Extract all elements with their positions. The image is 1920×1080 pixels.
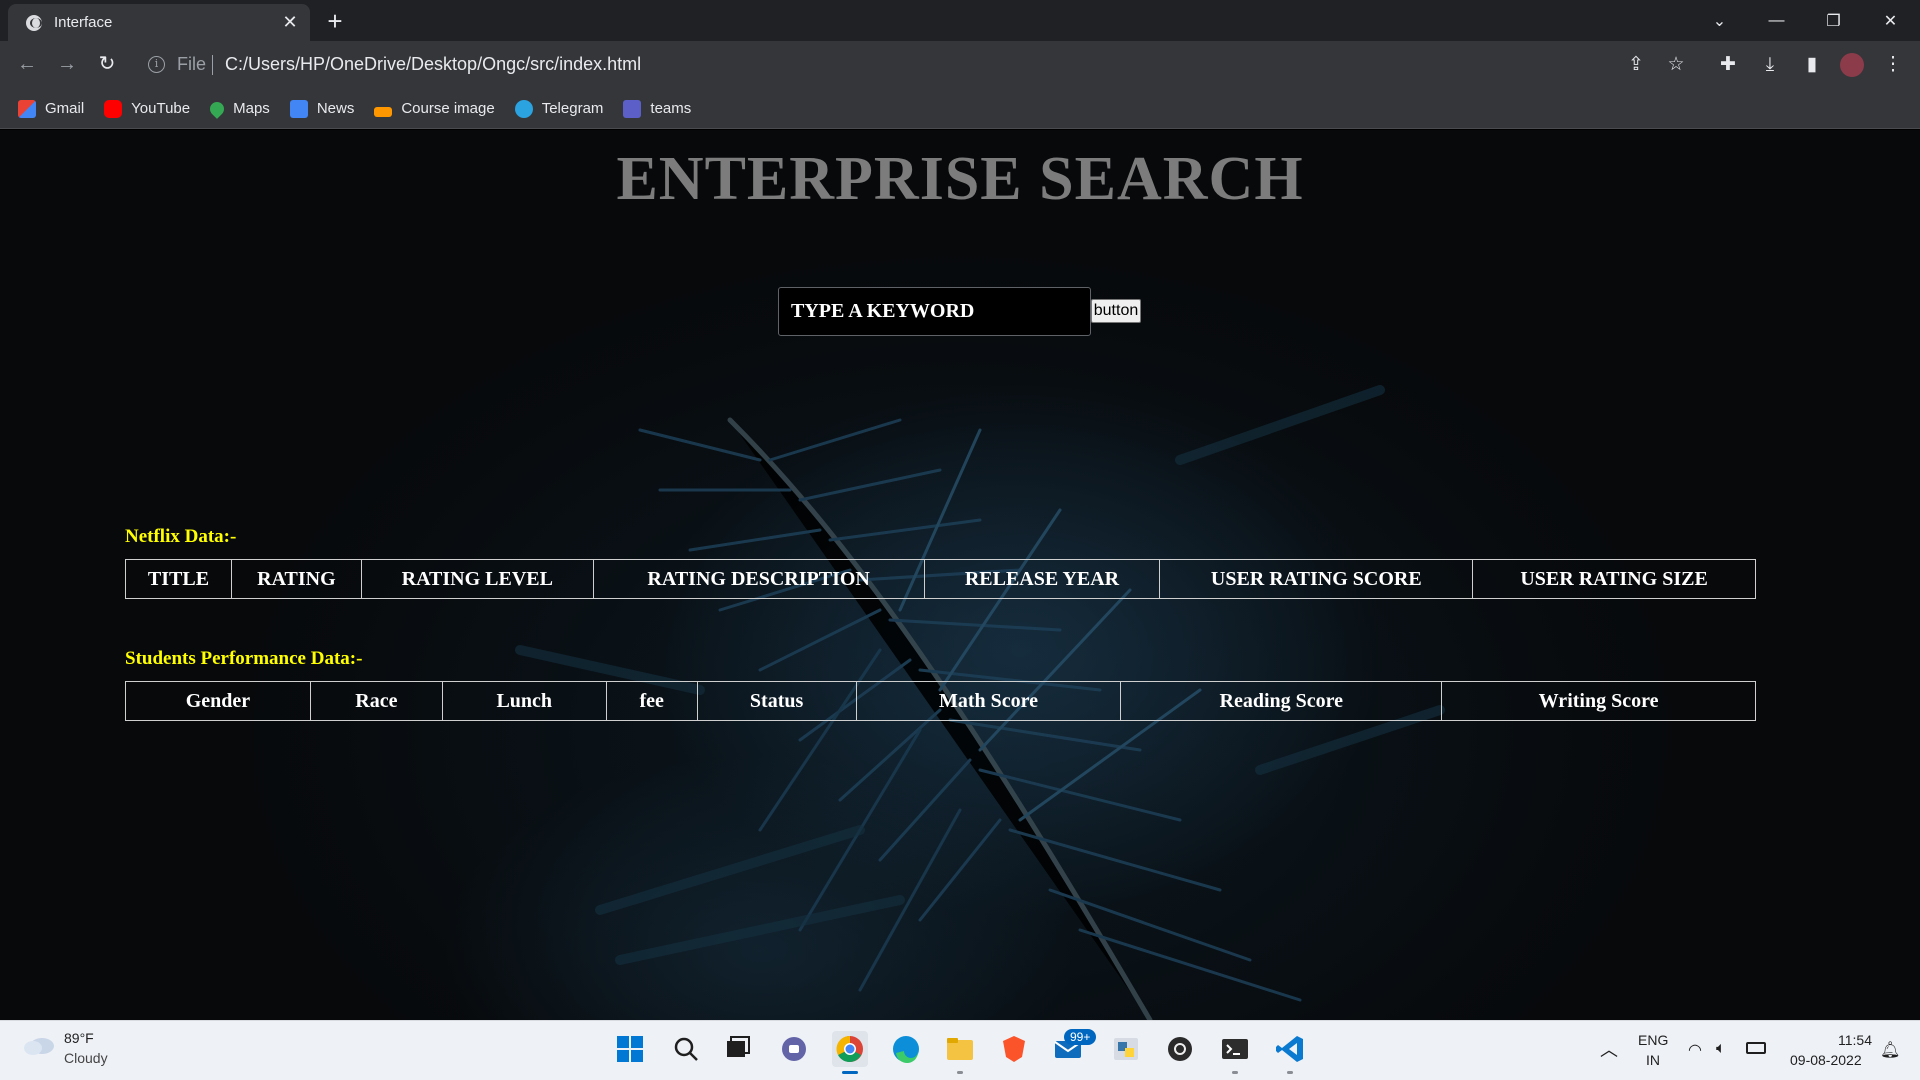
weather-temperature: 89°F bbox=[64, 1030, 94, 1046]
battery-icon[interactable] bbox=[1746, 1042, 1766, 1054]
mail-unread-badge: 99+ bbox=[1064, 1029, 1097, 1045]
url-divider bbox=[212, 55, 213, 75]
window-close-icon[interactable]: ✕ bbox=[1862, 0, 1919, 41]
clock-date[interactable]: 09-08-2022 bbox=[1790, 1052, 1862, 1068]
site-info-icon[interactable]: i bbox=[148, 56, 165, 73]
cloudy-weather-icon[interactable] bbox=[22, 1034, 56, 1056]
page-viewport: ENTERPRISE SEARCH button Netflix Data:- … bbox=[0, 130, 1920, 1020]
students-col-status: Status bbox=[696, 681, 857, 721]
vscode-running-indicator bbox=[1287, 1071, 1293, 1074]
weather-condition: Cloudy bbox=[64, 1050, 108, 1066]
netflix-section-label: Netflix Data:- bbox=[125, 526, 237, 547]
students-col-writing-score: Writing Score bbox=[1441, 681, 1756, 721]
explorer-running-indicator bbox=[957, 1071, 963, 1074]
clock-time[interactable]: 11:54 bbox=[1838, 1032, 1872, 1048]
page-title: ENTERPRISE SEARCH bbox=[616, 145, 1304, 213]
close-tab-icon[interactable]: ✕ bbox=[280, 12, 300, 33]
teams-chat-icon[interactable] bbox=[776, 1031, 812, 1067]
netflix-col-rating-level: RATING LEVEL bbox=[360, 559, 594, 599]
chrome-icon[interactable] bbox=[832, 1031, 868, 1067]
telegram-icon bbox=[514, 99, 533, 118]
obs-icon[interactable] bbox=[1162, 1031, 1198, 1067]
tab-title: Interface bbox=[54, 14, 113, 31]
forward-icon[interactable]: → bbox=[52, 49, 82, 79]
restore-icon[interactable]: ❐ bbox=[1805, 0, 1862, 41]
volume-icon[interactable]: 🔈︎ bbox=[1716, 1040, 1726, 1058]
news-icon bbox=[289, 99, 308, 118]
bookmark-youtube[interactable]: YouTube bbox=[104, 99, 190, 118]
bookmark-maps[interactable]: Maps bbox=[207, 98, 270, 119]
url-text[interactable]: C:/Users/HP/OneDrive/Desktop/Ongc/src/in… bbox=[225, 54, 641, 75]
notification-bell-icon[interactable]: 🔔︎ bbox=[1880, 1040, 1900, 1060]
chrome-running-indicator bbox=[842, 1071, 858, 1074]
netflix-col-user-rating-size: USER RATING SIZE bbox=[1472, 559, 1756, 599]
tab-search-icon[interactable]: ⌄ bbox=[1691, 0, 1748, 41]
bookmark-gmail[interactable]: Gmail bbox=[18, 99, 84, 118]
share-icon[interactable]: ⇪ bbox=[1623, 52, 1649, 78]
vscode-icon[interactable] bbox=[1272, 1031, 1308, 1067]
netflix-col-rating-description: RATING DESCRIPTION bbox=[592, 559, 925, 599]
netflix-col-rating: RATING bbox=[230, 559, 362, 599]
minimize-icon[interactable]: — bbox=[1748, 0, 1805, 41]
keyword-search-input[interactable] bbox=[778, 287, 1091, 336]
menu-kebab-icon[interactable]: ⋮ bbox=[1880, 52, 1906, 78]
new-tab-button[interactable]: + bbox=[321, 8, 349, 36]
side-panel-icon[interactable]: ▮ bbox=[1799, 52, 1825, 78]
bookmark-telegram[interactable]: Telegram bbox=[514, 99, 603, 118]
gmail-icon bbox=[18, 99, 36, 118]
profile-avatar[interactable] bbox=[1840, 53, 1864, 77]
netflix-table: TITLE RATING RATING LEVEL RATING DESCRIP… bbox=[125, 559, 1756, 599]
language-indicator-bottom[interactable]: IN bbox=[1646, 1052, 1660, 1068]
bookmark-news[interactable]: News bbox=[289, 99, 354, 118]
students-col-race: Race bbox=[309, 681, 443, 721]
tab-strip: Interface ✕ + ⌄ — ❐ ✕ bbox=[0, 0, 1920, 41]
start-windows-icon[interactable] bbox=[612, 1031, 648, 1067]
file-explorer-icon[interactable] bbox=[942, 1031, 978, 1067]
netflix-col-release-year: RELEASE YEAR bbox=[923, 559, 1161, 599]
students-table: Gender Race Lunch fee Status Math Score … bbox=[125, 681, 1756, 721]
browser-tab[interactable]: Interface ✕ bbox=[8, 4, 310, 41]
url-scheme-label: File bbox=[177, 54, 207, 74]
globe-icon bbox=[26, 14, 42, 31]
reload-icon[interactable]: ↻ bbox=[92, 49, 122, 79]
netflix-header-row: TITLE RATING RATING LEVEL RATING DESCRIP… bbox=[125, 559, 1756, 599]
bookmark-teams[interactable]: teams bbox=[623, 99, 691, 118]
back-icon[interactable]: ← bbox=[12, 49, 42, 79]
course-image-icon bbox=[374, 106, 393, 117]
netflix-col-title: TITLE bbox=[125, 559, 232, 599]
search-icon[interactable] bbox=[668, 1031, 704, 1067]
students-col-lunch: Lunch bbox=[441, 681, 607, 721]
search-button[interactable]: button bbox=[1091, 299, 1141, 323]
students-col-gender: Gender bbox=[125, 681, 311, 721]
wifi-icon[interactable]: ◠ bbox=[1688, 1040, 1702, 1060]
bookmark-star-icon[interactable]: ☆ bbox=[1663, 52, 1689, 78]
students-section-label: Students Performance Data:- bbox=[125, 648, 363, 669]
students-col-fee: fee bbox=[605, 681, 698, 721]
terminal-running-indicator bbox=[1232, 1071, 1238, 1074]
edge-icon[interactable] bbox=[888, 1031, 924, 1067]
bookmark-course-image[interactable]: Course image bbox=[374, 100, 495, 117]
extensions-icon[interactable]: ✚ bbox=[1715, 52, 1741, 78]
terminal-icon[interactable] bbox=[1217, 1031, 1253, 1067]
maps-icon bbox=[207, 98, 228, 119]
brave-icon[interactable] bbox=[996, 1031, 1032, 1067]
teams-icon bbox=[623, 99, 642, 118]
bookmarks-bar: Gmail YouTube Maps News Course image Tel… bbox=[0, 89, 1920, 129]
download-icon[interactable]: ⤓ bbox=[1757, 52, 1783, 78]
task-view-icon[interactable] bbox=[720, 1031, 756, 1067]
students-col-reading-score: Reading Score bbox=[1120, 681, 1443, 721]
students-header-row: Gender Race Lunch fee Status Math Score … bbox=[125, 681, 1756, 721]
youtube-icon bbox=[104, 99, 123, 118]
language-indicator-top[interactable]: ENG bbox=[1638, 1032, 1668, 1048]
show-hidden-icons-chevron-icon[interactable]: ︿ bbox=[1600, 1036, 1618, 1062]
netflix-col-user-rating-score: USER RATING SCORE bbox=[1159, 559, 1474, 599]
students-col-math-score: Math Score bbox=[855, 681, 1122, 721]
python-icon[interactable] bbox=[1108, 1031, 1144, 1067]
